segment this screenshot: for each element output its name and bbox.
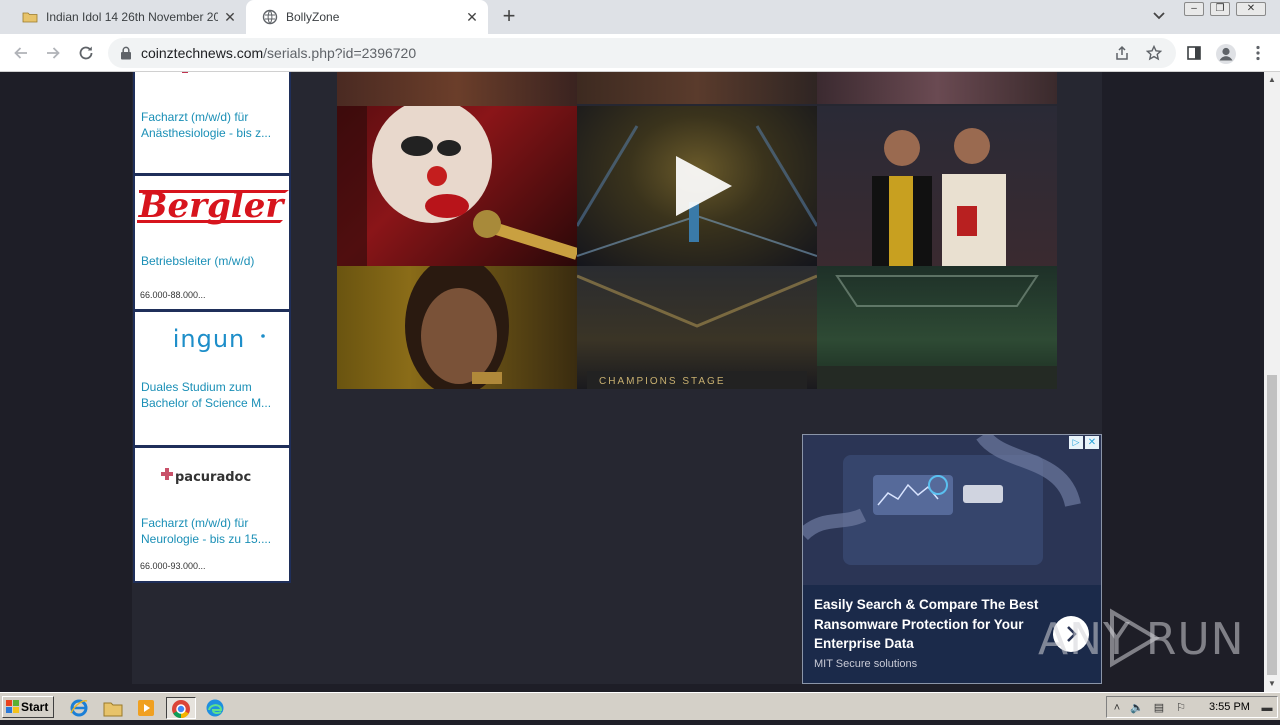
job-title: Facharzt (m/w/d) für Anästhesiologie - b… <box>141 110 272 140</box>
scroll-down-icon[interactable]: ▼ <box>1264 676 1280 692</box>
show-desktop-icon[interactable]: ▬ <box>1259 700 1275 716</box>
file-explorer-icon[interactable] <box>102 697 126 719</box>
salary-text: 66.000-93.000... <box>140 561 206 571</box>
windows-taskbar: Start ˄ 🔈 ▤ ⚐ 3:55 PM ▬ <box>0 692 1280 720</box>
thumbnail-frame-clown <box>337 106 577 266</box>
thumbnail-frame <box>817 72 1057 104</box>
forward-arrow-icon[interactable] <box>42 42 64 64</box>
bookmark-star-icon[interactable] <box>1144 43 1164 63</box>
scroll-up-icon[interactable]: ▲ <box>1264 72 1280 88</box>
job-title: Betriebsleiter (m/w/d) <box>141 254 255 268</box>
start-label: Start <box>21 700 49 714</box>
start-button[interactable]: Start <box>2 696 54 718</box>
web-page: Facharzt (m/w/d) für Anästhesiologie - b… <box>0 72 1264 692</box>
job-title: Duales Studium zum Bachelor of Science M… <box>141 380 272 410</box>
share-icon[interactable] <box>1112 43 1132 63</box>
job-ad-card[interactable]: pacuradoc Facharzt (m/w/d) für Neurologi… <box>133 447 291 583</box>
tab-close-icon[interactable]: ✕ <box>464 9 480 25</box>
chrome-icon[interactable] <box>166 697 196 719</box>
adchoices-icon[interactable]: ▷ <box>1069 436 1083 449</box>
pacuradoc-logo: pacuradoc <box>135 466 289 486</box>
kebab-menu-icon[interactable] <box>1248 43 1268 63</box>
play-icon[interactable] <box>676 156 732 216</box>
job-ad-card[interactable]: Facharzt (m/w/d) für Anästhesiologie - b… <box>133 72 291 175</box>
tab-bollyzone[interactable]: BollyZone ✕ <box>246 0 488 34</box>
job-title: Facharzt (m/w/d) für Neurologie - bis zu… <box>141 516 272 546</box>
system-tray: ˄ 🔈 ▤ ⚐ 3:55 PM ▬ <box>1106 696 1278 718</box>
scroll-thumb[interactable] <box>1267 375 1277 675</box>
watermark-text: ANY RUN <box>1038 614 1245 665</box>
restore-icon[interactable]: ❐ <box>1210 2 1230 16</box>
chevron-up-icon[interactable]: ˄ <box>1109 700 1125 716</box>
vertical-scrollbar[interactable]: ▲ ▼ <box>1264 72 1280 692</box>
tab-title: BollyZone <box>286 10 340 24</box>
ad-headline: Easily Search & Compare The Best Ransomw… <box>814 597 1039 651</box>
thumbnail-frame-hosts <box>817 106 1057 266</box>
tab-indian-idol[interactable]: Indian Idol 14 26th November 2023 ✕ <box>6 0 246 34</box>
url-text: coinztechnews.com/serials.php?id=2396720 <box>141 45 416 61</box>
ingun-logo-text: ingun <box>173 326 246 352</box>
internet-explorer-icon[interactable] <box>68 697 92 719</box>
bergler-logo: Bergler <box>135 184 289 226</box>
network-icon[interactable]: ▤ <box>1151 700 1167 716</box>
volume-icon[interactable]: 🔈 <box>1129 700 1145 716</box>
minimize-icon[interactable]: – <box>1184 2 1204 16</box>
chevron-down-icon[interactable] <box>1152 8 1170 26</box>
pacuradoc-logo <box>135 72 289 76</box>
windows-logo-icon <box>6 700 20 714</box>
ad-graphic <box>803 435 1101 585</box>
globe-favicon-icon <box>262 9 278 25</box>
salary-text: 66.000-88.000... <box>140 290 206 300</box>
anyrun-watermark: ANY RUN <box>1038 606 1258 670</box>
edge-icon[interactable] <box>204 697 228 719</box>
clock[interactable]: 3:55 PM <box>1209 701 1250 713</box>
tab-title: Indian Idol 14 26th November 2023 <box>46 10 218 24</box>
url-path: /serials.php?id=2396720 <box>263 45 417 61</box>
pacuradoc-logo-text: pacuradoc <box>175 470 251 485</box>
thumbnail-frame <box>337 72 577 106</box>
browser-toolbar: coinztechnews.com/serials.php?id=2396720 <box>0 34 1280 72</box>
profile-avatar-icon[interactable] <box>1214 43 1238 64</box>
tab-close-icon[interactable]: ✕ <box>222 9 238 25</box>
ingun-logo: ingun <box>135 325 289 353</box>
job-ad-card[interactable]: Bergler Betriebsleiter (m/w/d) 66.000-88… <box>133 175 291 311</box>
thumbnail-frame-singer <box>337 266 577 389</box>
side-panel-icon[interactable] <box>1184 43 1204 63</box>
ad-close-icon[interactable]: ✕ <box>1085 436 1099 449</box>
tab-strip: Indian Idol 14 26th November 2023 ✕ Boll… <box>0 0 1280 34</box>
ad-source: MIT Secure solutions <box>814 658 918 670</box>
folder-favicon-icon <box>22 9 38 25</box>
thumbnail-frame-forest <box>817 266 1057 389</box>
left-ad-column: Facharzt (m/w/d) für Anästhesiologie - b… <box>133 72 291 583</box>
thumbnail-frame-stage-wide: CHAMPIONS STAGE <box>577 266 817 389</box>
window-close-icon[interactable]: ✕ <box>1236 2 1266 16</box>
thumbnail-frame <box>577 72 817 104</box>
video-thumbnail-grid[interactable]: CHAMPIONS STAGE <box>337 72 1057 389</box>
new-tab-icon[interactable]: + <box>498 5 520 28</box>
media-player-icon[interactable] <box>135 697 159 719</box>
back-arrow-icon[interactable] <box>10 42 32 64</box>
address-bar[interactable]: coinztechnews.com/serials.php?id=2396720 <box>108 38 1176 68</box>
job-ad-card[interactable]: ingun Duales Studium zum Bachelor of Sci… <box>133 311 291 447</box>
url-host: coinztechnews.com <box>141 45 264 61</box>
reload-icon[interactable] <box>75 42 97 64</box>
bergler-logo-text: Bergler <box>138 186 286 226</box>
action-center-flag-icon[interactable]: ⚐ <box>1173 700 1189 716</box>
lock-icon <box>120 46 132 60</box>
stage-caption: CHAMPIONS STAGE <box>599 376 726 387</box>
